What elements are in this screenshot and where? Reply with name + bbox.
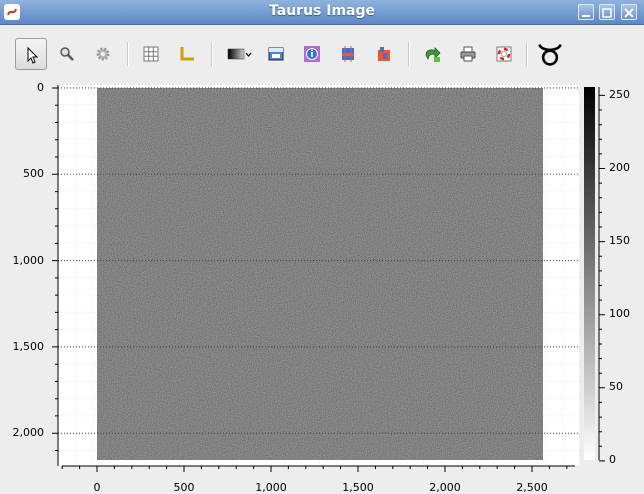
y-tick-label: 0 [37, 81, 44, 94]
colorbar-tick-label: 250 [609, 88, 630, 101]
colorbar-tick-label: 0 [609, 453, 616, 466]
image-data[interactable] [97, 88, 543, 460]
x-tick-label: 0 [93, 481, 101, 494]
colorbar-tick-label: 100 [609, 307, 630, 320]
x-tick-label: 500 [173, 481, 195, 494]
x-tick-label: 2,500 [516, 481, 548, 494]
colorbar-tick-label: 150 [609, 234, 630, 247]
y-tick-label: 1,500 [12, 340, 45, 353]
colorbar-tick-label: 200 [609, 161, 630, 174]
x-axis [61, 465, 575, 472]
colorbar [584, 87, 605, 462]
y-tick-label: 2,000 [12, 426, 45, 439]
image-plot-frame [52, 85, 605, 472]
colorbar-tick-label: 50 [609, 380, 623, 393]
x-tick-label: 1,500 [342, 481, 374, 494]
y-axis [52, 85, 59, 466]
x-tick-label: 1,000 [255, 481, 287, 494]
x-tick-label: 2,000 [429, 481, 461, 494]
y-tick-label: 1,000 [12, 254, 45, 267]
y-tick-label: 500 [23, 167, 44, 180]
